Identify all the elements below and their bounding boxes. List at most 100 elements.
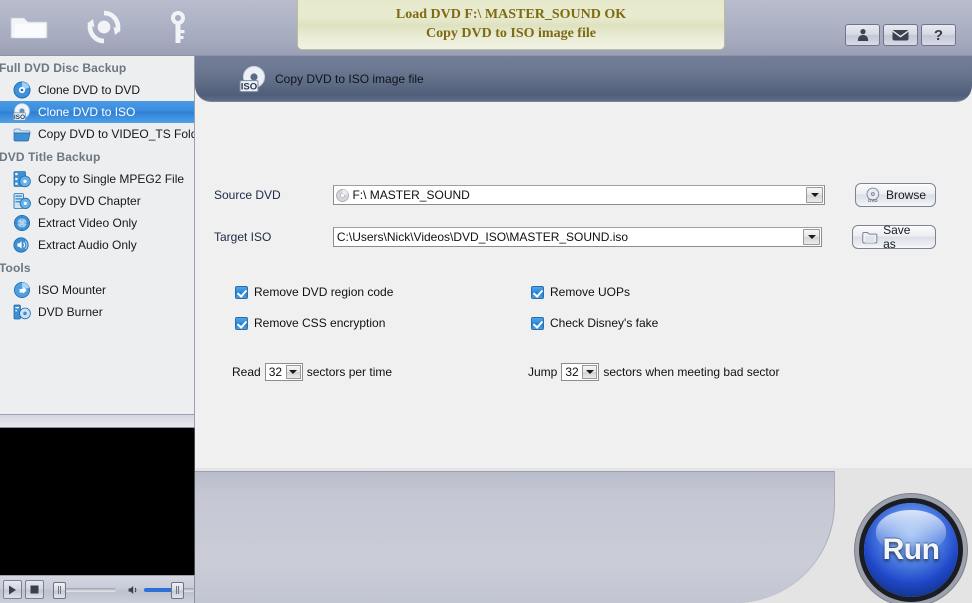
read-sectors-row: Read 32 sectors per time — [232, 363, 392, 381]
checkbox-label: Remove UOPs — [550, 285, 631, 299]
seek-thumb[interactable] — [53, 581, 67, 599]
jump-sectors-prefix: Jump — [528, 365, 558, 379]
svg-text:DVD: DVD — [868, 198, 878, 203]
jump-sectors-value: 32 — [565, 365, 579, 379]
checkbox-input[interactable] — [235, 285, 248, 299]
status-line-2: Copy DVD to ISO image file — [426, 25, 596, 41]
chevron-down-icon[interactable] — [582, 365, 598, 379]
checkbox-input[interactable] — [235, 316, 248, 330]
sidebar-item-label: Copy DVD to VIDEO_TS Folder — [38, 127, 195, 141]
user-icon[interactable] — [845, 24, 880, 46]
status-line-1: Load DVD F:\ MASTER_SOUND OK — [395, 6, 627, 22]
sidebar-item-label: Clone DVD to DVD — [38, 83, 141, 97]
browse-label: Browse — [886, 188, 927, 202]
panel-header: ISO Copy DVD to ISO image file — [195, 56, 972, 102]
checkbox-remove-dvd-region-code[interactable]: Remove DVD region code — [235, 285, 393, 299]
chevron-down-icon[interactable] — [285, 365, 301, 379]
browse-button[interactable]: DVD Browse — [855, 183, 937, 207]
jump-sectors-select[interactable]: 32 — [561, 363, 600, 381]
sidebar-item-dvd-burner[interactable]: DVD Burner — [0, 301, 194, 323]
settings-form: Source DVD F:\ MASTER_SOUND DVD Browse T… — [195, 102, 972, 468]
iso-disc-icon: ISO — [239, 65, 267, 93]
read-sectors-select[interactable]: 32 — [264, 363, 303, 381]
video-preview — [0, 428, 195, 575]
status-banner: Load DVD F:\ MASTER_SOUND OK Copy DVD to… — [297, 0, 725, 50]
help-icon[interactable]: ? — [921, 24, 956, 46]
sidebar-group-title-dvd-title-backup: DVD Title Backup — [0, 150, 101, 164]
sidebar-item-label: Copy DVD Chapter — [38, 194, 141, 208]
main-content-panel: ISO Copy DVD to ISO image file Source DV… — [195, 56, 972, 468]
sidebar: Full DVD Disc Backup Clone DVD to DVD IS… — [0, 56, 195, 415]
burner-icon — [13, 303, 31, 321]
sidebar-item-label: Copy to Single MPEG2 File — [38, 172, 185, 186]
checkbox-check-disneys-fake[interactable]: Check Disney's fake — [531, 316, 658, 330]
film-icon — [13, 170, 31, 188]
run-label: Run — [882, 533, 940, 566]
sidebar-item-label: Extract Video Only — [38, 216, 138, 230]
run-button[interactable]: Run — [864, 503, 958, 597]
source-dvd-combo[interactable]: F:\ MASTER_SOUND — [333, 185, 826, 205]
volume-thumb[interactable] — [171, 581, 185, 599]
checkbox-label: Remove CSS encryption — [254, 316, 386, 330]
chevron-down-icon[interactable] — [806, 187, 824, 203]
checkbox-input[interactable] — [531, 285, 544, 299]
source-dvd-label: Source DVD — [214, 188, 281, 202]
sidebar-item-label: Extract Audio Only — [38, 238, 137, 252]
checkbox-label: Remove DVD region code — [254, 285, 394, 299]
refresh-icon[interactable] — [80, 4, 128, 50]
disc-icon — [336, 188, 350, 202]
checkbox-remove-css-encryption[interactable]: Remove CSS encryption — [235, 316, 385, 330]
sidebar-item-extract-video-only[interactable]: Extract Video Only — [0, 212, 194, 234]
jump-sectors-row: Jump 32 sectors when meeting bad sector — [528, 363, 779, 381]
sidebar-item-label: DVD Burner — [38, 305, 103, 319]
sidebar-item-extract-audio-only[interactable]: Extract Audio Only — [0, 234, 194, 256]
save-as-button[interactable]: Save as — [852, 223, 936, 251]
panel-title: Copy DVD to ISO image file — [275, 72, 424, 86]
target-iso-row: Target ISO C:\Users\Nick\Videos\DVD_ISO\… — [214, 223, 936, 251]
mount-icon — [13, 281, 31, 299]
folder-blue-icon — [13, 125, 31, 143]
sidebar-group-title-tools: Tools — [0, 261, 31, 275]
checkbox-label: Check Disney's fake — [550, 316, 659, 330]
volume-slider[interactable] — [144, 581, 195, 599]
sidebar-item-copy-dvd-to-video-ts-folder[interactable]: Copy DVD to VIDEO_TS Folder — [0, 123, 194, 145]
video-icon — [13, 214, 31, 232]
play-button[interactable] — [3, 580, 23, 599]
sidebar-item-iso-mounter[interactable]: ISO Mounter — [0, 279, 194, 301]
toolbar-icon-group — [6, 4, 202, 50]
chapter-icon — [13, 192, 31, 210]
target-iso-combo[interactable]: C:\Users\Nick\Videos\DVD_ISO\MASTER_SOUN… — [332, 227, 823, 247]
speaker-icon[interactable] — [128, 584, 141, 596]
media-player-controls — [0, 575, 195, 603]
stop-button[interactable] — [25, 580, 45, 599]
seek-slider[interactable] — [53, 581, 117, 599]
bottom-panel-curve — [195, 471, 835, 603]
read-sectors-suffix: sectors per time — [306, 365, 393, 379]
dvd-disc-icon: DVD — [866, 187, 880, 203]
mail-icon[interactable] — [883, 24, 918, 46]
source-dvd-value: F:\ MASTER_SOUND — [352, 188, 470, 202]
toolbar-right-buttons: ? — [845, 24, 956, 46]
sidebar-item-copy-dvd-chapter[interactable]: Copy DVD Chapter — [0, 190, 194, 212]
folder-icon — [862, 232, 878, 244]
volume-track[interactable] — [144, 587, 195, 592]
svg-text:ISO: ISO — [14, 114, 25, 121]
sidebar-item-clone-dvd-to-iso[interactable]: ISO Clone DVD to ISO — [0, 101, 194, 123]
checkbox-remove-uops[interactable]: Remove UOPs — [531, 285, 630, 299]
sidebar-group-title-full-dvd-disc-backup: Full DVD Disc Backup — [0, 61, 127, 75]
iso-disc-icon: ISO — [13, 103, 31, 121]
bottom-action-bar: Run — [195, 468, 972, 603]
jump-sectors-suffix: sectors when meeting bad sector — [603, 365, 780, 379]
chevron-down-icon[interactable] — [803, 229, 821, 245]
key-icon[interactable] — [154, 4, 202, 50]
folder-icon[interactable] — [6, 4, 54, 50]
save-as-label: Save as — [883, 223, 911, 251]
sidebar-item-label: Clone DVD to ISO — [38, 105, 136, 119]
sidebar-item-copy-to-single-mpeg2-file[interactable]: Copy to Single MPEG2 File — [0, 168, 194, 190]
read-sectors-value: 32 — [268, 365, 283, 379]
audio-icon — [13, 236, 31, 254]
target-iso-label: Target ISO — [214, 230, 272, 244]
sidebar-item-clone-dvd-to-dvd[interactable]: Clone DVD to DVD — [0, 79, 194, 101]
checkbox-input[interactable] — [531, 316, 544, 330]
source-dvd-row: Source DVD F:\ MASTER_SOUND DVD Browse — [214, 183, 937, 207]
